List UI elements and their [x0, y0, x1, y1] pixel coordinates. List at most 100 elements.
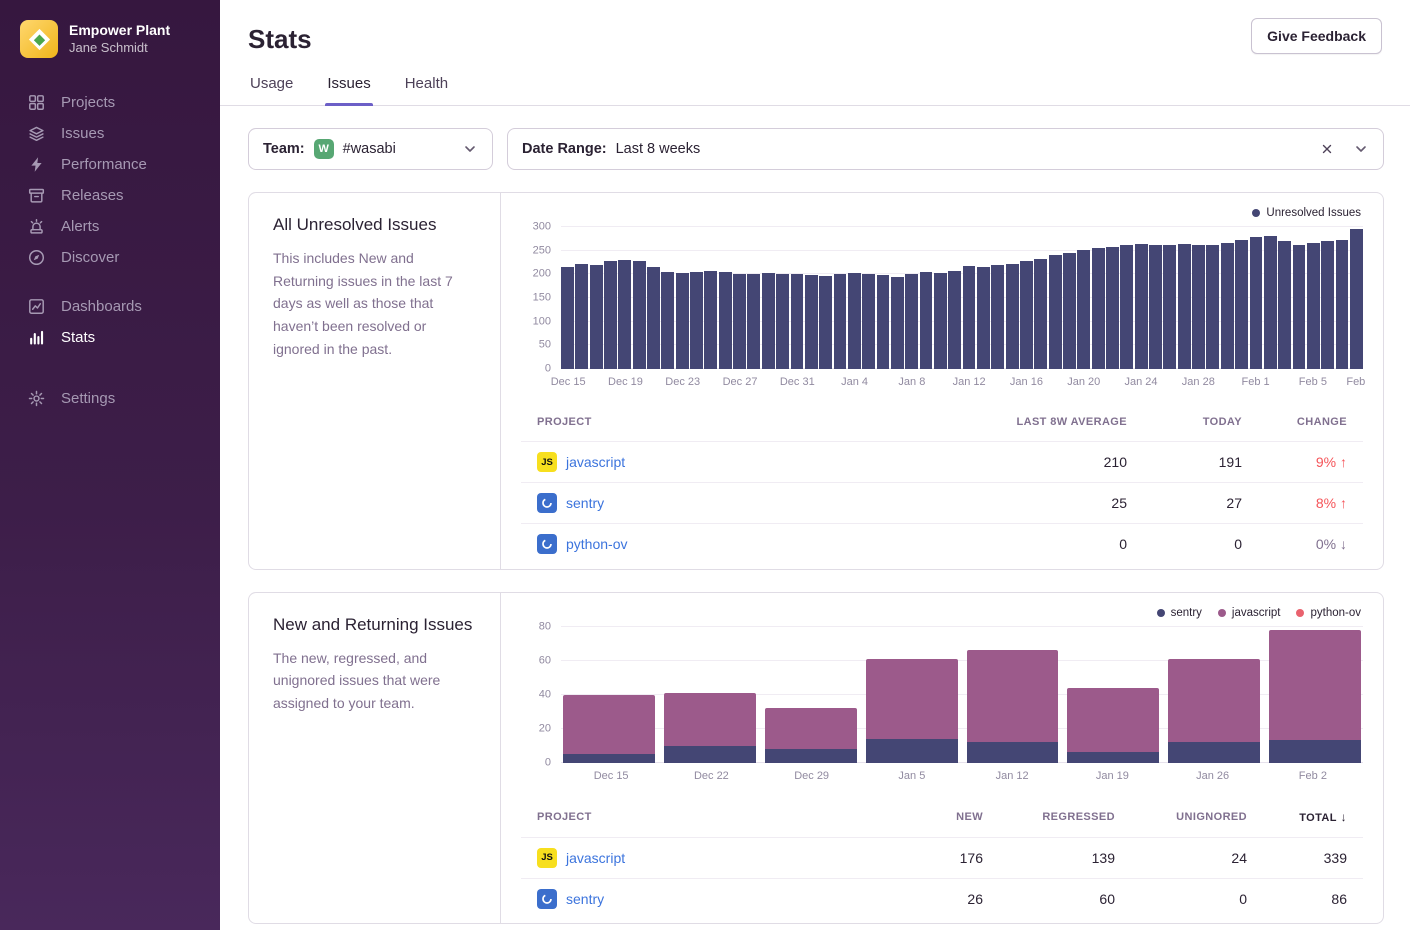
- sidebar-item-releases[interactable]: Releases: [28, 181, 220, 210]
- give-feedback-button[interactable]: Give Feedback: [1251, 18, 1382, 54]
- project-link[interactable]: javascript: [566, 454, 625, 470]
- stacked-bar[interactable]: [1168, 627, 1260, 763]
- chart-bar[interactable]: [1063, 253, 1076, 369]
- sidebar-item-settings[interactable]: Settings: [28, 384, 220, 413]
- team-filter[interactable]: Team: W #wasabi: [248, 128, 493, 170]
- chart-bar[interactable]: [633, 261, 646, 369]
- chart-bar[interactable]: [948, 271, 961, 369]
- org-avatar: [20, 20, 58, 58]
- chart-bar[interactable]: [1034, 259, 1047, 369]
- chart-bar[interactable]: [762, 273, 775, 369]
- chart-bar[interactable]: [905, 274, 918, 369]
- project-link[interactable]: javascript: [566, 850, 625, 866]
- chart-bar[interactable]: [819, 276, 832, 369]
- chart-bar[interactable]: [862, 274, 875, 369]
- chart-bar[interactable]: [647, 267, 660, 369]
- chart-bar[interactable]: [1049, 255, 1062, 369]
- sidebar-item-issues[interactable]: Issues: [28, 119, 220, 148]
- legend-item-sentry[interactable]: sentry: [1157, 607, 1202, 619]
- column-header-change[interactable]: CHANGE: [1258, 403, 1363, 442]
- legend-item-unresolved-issues[interactable]: Unresolved Issues: [1252, 207, 1361, 219]
- chart-bar[interactable]: [1006, 264, 1019, 369]
- chart-bar[interactable]: [791, 274, 804, 369]
- chart-bar[interactable]: [920, 272, 933, 369]
- chart-bar[interactable]: [590, 265, 603, 369]
- tab-issues[interactable]: Issues: [325, 75, 372, 105]
- date-range-filter[interactable]: Date Range: Last 8 weeks: [507, 128, 1384, 170]
- chart-bar[interactable]: [1135, 244, 1148, 369]
- chart-bar[interactable]: [690, 272, 703, 369]
- chart-bar[interactable]: [704, 271, 717, 369]
- chart-bar[interactable]: [661, 272, 674, 369]
- chart-bar[interactable]: [1106, 247, 1119, 369]
- chart-bar[interactable]: [618, 260, 631, 369]
- sidebar-item-projects[interactable]: Projects: [28, 88, 220, 117]
- project-link[interactable]: sentry: [566, 495, 604, 511]
- column-header-project[interactable]: PROJECT: [521, 403, 893, 442]
- chart-bar[interactable]: [1307, 243, 1320, 369]
- chart-bar[interactable]: [1178, 244, 1191, 369]
- column-header-regressed[interactable]: REGRESSED: [999, 797, 1131, 838]
- stacked-bar[interactable]: [563, 627, 655, 763]
- chart-bar[interactable]: [1293, 245, 1306, 369]
- sidebar-item-dashboards[interactable]: Dashboards: [28, 292, 220, 321]
- sidebar-item-alerts[interactable]: Alerts: [28, 212, 220, 241]
- chart-bar[interactable]: [1278, 241, 1291, 369]
- stacked-bar[interactable]: [765, 627, 857, 763]
- chart-bar[interactable]: [719, 272, 732, 369]
- chart-bar[interactable]: [1149, 245, 1162, 369]
- chart-bar[interactable]: [747, 274, 760, 369]
- chart-bar[interactable]: [676, 273, 689, 369]
- chart-bar[interactable]: [1336, 240, 1349, 369]
- stacked-bar[interactable]: [1269, 627, 1361, 763]
- stacked-bar[interactable]: [1067, 627, 1159, 763]
- chart-bar[interactable]: [561, 267, 574, 369]
- chart-bar[interactable]: [848, 273, 861, 369]
- chart-bar[interactable]: [1350, 229, 1363, 369]
- sidebar-item-discover[interactable]: Discover: [28, 243, 220, 272]
- org-switcher[interactable]: Empower Plant Jane Schmidt: [0, 0, 220, 74]
- chart-bar[interactable]: [1321, 241, 1334, 369]
- chart-bar[interactable]: [575, 264, 588, 369]
- chart-bar[interactable]: [805, 275, 818, 369]
- chart-bar[interactable]: [1264, 236, 1277, 369]
- column-header-unignored[interactable]: UNIGNORED: [1131, 797, 1263, 838]
- chart-bar[interactable]: [1221, 243, 1234, 369]
- chart-bar[interactable]: [776, 274, 789, 369]
- sidebar-item-stats[interactable]: Stats: [28, 323, 220, 352]
- project-link[interactable]: python-ov: [566, 536, 627, 552]
- chart-bar[interactable]: [1120, 245, 1133, 369]
- chart-bar[interactable]: [991, 265, 1004, 369]
- legend-item-javascript[interactable]: javascript: [1218, 607, 1281, 619]
- column-header-today[interactable]: TODAY: [1143, 403, 1258, 442]
- chart-bar[interactable]: [963, 266, 976, 369]
- sidebar-item-performance[interactable]: Performance: [28, 150, 220, 179]
- chart-bar[interactable]: [934, 273, 947, 369]
- tab-health[interactable]: Health: [403, 75, 450, 105]
- chart-bar[interactable]: [877, 275, 890, 369]
- chart-bar[interactable]: [1077, 250, 1090, 369]
- legend-item-python-ov[interactable]: python-ov: [1296, 607, 1361, 619]
- chart-bar[interactable]: [834, 274, 847, 369]
- clear-date-icon[interactable]: [1320, 142, 1334, 156]
- chart-bar[interactable]: [1192, 245, 1205, 369]
- chart-bar[interactable]: [1206, 245, 1219, 369]
- stacked-bar[interactable]: [967, 627, 1059, 763]
- column-header-new[interactable]: NEW: [879, 797, 999, 838]
- project-link[interactable]: sentry: [566, 891, 604, 907]
- chart-bar[interactable]: [1235, 240, 1248, 369]
- chart-bar[interactable]: [977, 267, 990, 369]
- stacked-bar[interactable]: [664, 627, 756, 763]
- chart-bar[interactable]: [1020, 261, 1033, 369]
- column-header-total[interactable]: TOTAL ↓: [1263, 797, 1363, 838]
- column-header-last-8w-average[interactable]: LAST 8W AVERAGE: [893, 403, 1143, 442]
- chart-bar[interactable]: [1163, 245, 1176, 369]
- chart-bar[interactable]: [1092, 248, 1105, 369]
- column-header-project[interactable]: PROJECT: [521, 797, 879, 838]
- chart-bar[interactable]: [1250, 237, 1263, 369]
- stacked-bar[interactable]: [866, 627, 958, 763]
- tab-usage[interactable]: Usage: [248, 75, 295, 105]
- chart-bar[interactable]: [891, 277, 904, 369]
- chart-bar[interactable]: [604, 261, 617, 369]
- chart-bar[interactable]: [733, 274, 746, 369]
